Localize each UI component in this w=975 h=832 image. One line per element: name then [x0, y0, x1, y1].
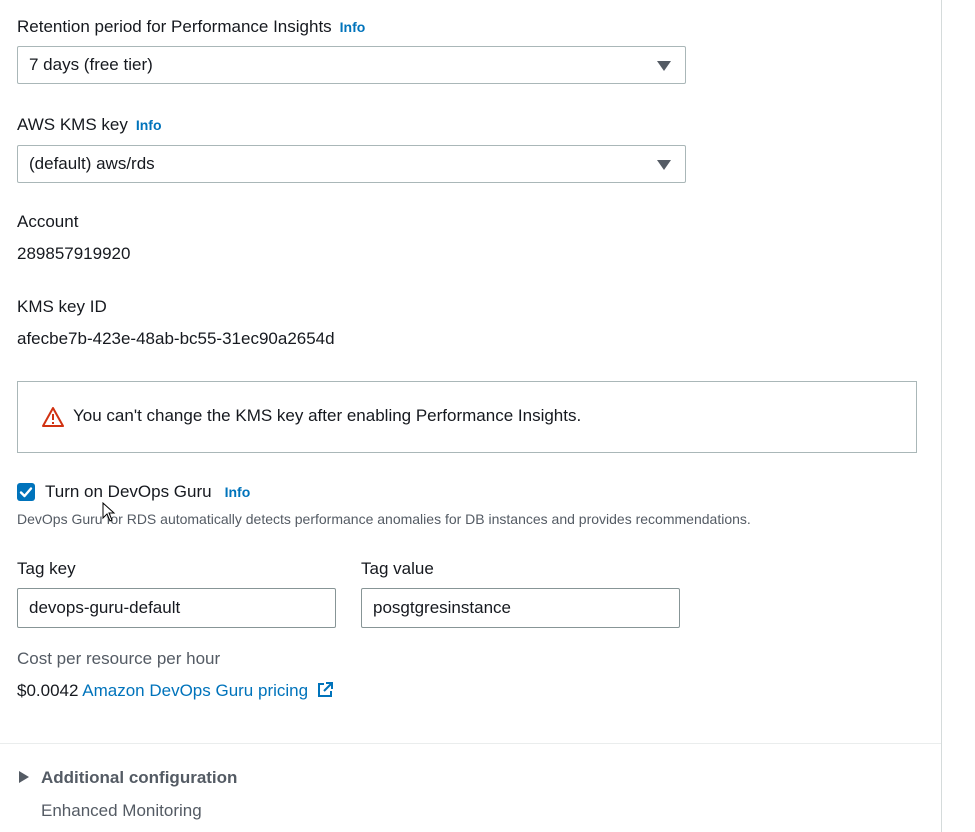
retention-period-select[interactable]: 7 days (free tier): [17, 46, 686, 84]
devops-guru-description: DevOps Guru for RDS automatically detect…: [17, 511, 751, 527]
caret-right-icon[interactable]: [19, 771, 29, 783]
kms-warning-text: You can't change the KMS key after enabl…: [73, 406, 582, 425]
section-divider: [0, 743, 941, 744]
devops-guru-field: Turn on DevOps Guru Info: [45, 482, 250, 502]
kms-key-value: (default) aws/rds: [29, 154, 155, 173]
checkmark-icon: [19, 487, 33, 498]
devops-guru-pricing-link[interactable]: Amazon DevOps Guru pricing: [82, 681, 334, 700]
kms-key-field: AWS KMS key Info: [17, 115, 162, 135]
cost-value: $0.0042: [17, 681, 79, 700]
tag-key-label: Tag key: [17, 559, 76, 578]
cost-row: $0.0042 Amazon DevOps Guru pricing: [17, 681, 334, 701]
caret-down-icon: [657, 160, 671, 170]
warning-icon: [42, 407, 64, 427]
kms-key-id-label: KMS key ID: [17, 297, 107, 316]
tag-value-label: Tag value: [361, 559, 434, 578]
devops-guru-info-link[interactable]: Info: [225, 484, 251, 500]
mouse-cursor-icon: [102, 502, 116, 522]
kms-key-select[interactable]: (default) aws/rds: [17, 145, 686, 183]
panel-right-border: [941, 0, 942, 832]
kms-key-label: AWS KMS key: [17, 115, 128, 134]
kms-key-id-value: afecbe7b-423e-48ab-bc55-31ec90a2654d: [17, 329, 335, 348]
devops-guru-checkbox-label[interactable]: Turn on DevOps Guru: [45, 482, 212, 501]
enhanced-monitoring-heading: Enhanced Monitoring: [41, 801, 202, 820]
tag-value-input[interactable]: [361, 588, 680, 628]
devops-guru-checkbox[interactable]: [17, 483, 35, 501]
kms-info-link[interactable]: Info: [136, 117, 162, 133]
pricing-link-text[interactable]: Amazon DevOps Guru pricing: [82, 681, 308, 700]
additional-configuration-toggle[interactable]: Additional configuration: [41, 768, 237, 788]
external-link-icon[interactable]: [316, 681, 334, 699]
account-label: Account: [17, 212, 79, 231]
retention-info-link[interactable]: Info: [340, 19, 366, 35]
retention-period-label: Retention period for Performance Insight…: [17, 17, 332, 36]
account-value: 289857919920: [17, 244, 131, 263]
kms-warning-alert: You can't change the KMS key after enabl…: [17, 381, 917, 453]
caret-down-icon: [657, 61, 671, 71]
retention-period-field: Retention period for Performance Insight…: [17, 17, 365, 37]
retention-period-value: 7 days (free tier): [29, 55, 153, 74]
tag-key-input[interactable]: [17, 588, 336, 628]
cost-label: Cost per resource per hour: [17, 649, 221, 668]
